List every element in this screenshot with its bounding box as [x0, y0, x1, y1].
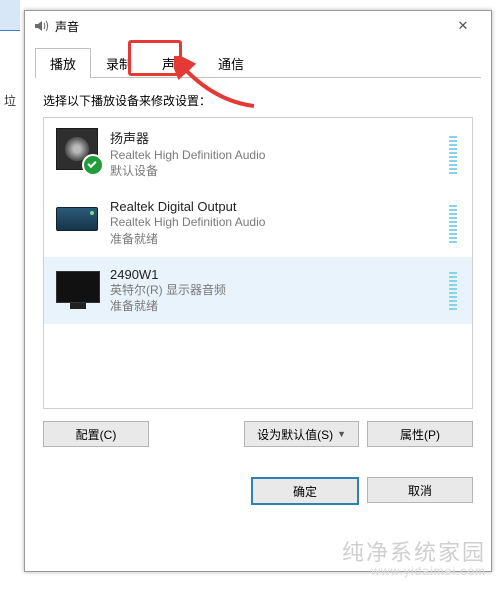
tab-recording[interactable]: 录制 [91, 48, 147, 78]
speaker-icon [33, 18, 49, 34]
tab-playback[interactable]: 播放 [35, 48, 91, 78]
device-row[interactable]: 2490W1 英特尔(R) 显示器音频 准备就绪 [44, 257, 472, 324]
background-window-strip: 垃 [0, 0, 20, 588]
window-title: 声音 [55, 18, 79, 35]
monitor-device-icon [56, 267, 100, 311]
tab-strip: 播放 录制 声音 通信 [35, 47, 481, 78]
level-meter-icon [449, 203, 457, 243]
device-desc: Realtek High Definition Audio [110, 147, 446, 163]
device-name: Realtek Digital Output [110, 199, 446, 214]
set-default-button[interactable]: 设为默认值(S) ▼ [244, 421, 359, 447]
cancel-button[interactable]: 取消 [367, 477, 473, 503]
level-meter-icon [449, 134, 457, 174]
device-row[interactable]: 扬声器 Realtek High Definition Audio 默认设备 [44, 118, 472, 189]
background-label: 垃 [4, 92, 16, 109]
device-name: 扬声器 [110, 128, 446, 147]
set-default-label: 设为默认值(S) [257, 426, 333, 443]
configure-button[interactable]: 配置(C) [43, 421, 149, 447]
instruction-text: 选择以下播放设备来修改设置： [25, 78, 491, 117]
device-status: 准备就绪 [110, 298, 446, 314]
speaker-device-icon [56, 128, 100, 172]
device-desc: Realtek High Definition Audio [110, 214, 446, 230]
chevron-down-icon: ▼ [337, 429, 346, 439]
device-list[interactable]: 扬声器 Realtek High Definition Audio 默认设备 R… [43, 117, 473, 409]
level-meter-icon [449, 270, 457, 310]
properties-button[interactable]: 属性(P) [367, 421, 473, 447]
default-check-icon [82, 154, 104, 176]
device-desc: 英特尔(R) 显示器音频 [110, 282, 446, 298]
device-row[interactable]: Realtek Digital Output Realtek High Defi… [44, 189, 472, 256]
close-button[interactable]: ✕ [443, 11, 483, 41]
tab-sounds[interactable]: 声音 [147, 48, 203, 78]
titlebar: 声音 ✕ [25, 11, 491, 41]
sound-dialog: 声音 ✕ 播放 录制 声音 通信 选择以下播放设备来修改设置： 扬声器 Real… [24, 10, 492, 572]
device-name: 2490W1 [110, 267, 446, 282]
device-status: 准备就绪 [110, 231, 446, 247]
digital-device-icon [56, 199, 100, 243]
tab-communications[interactable]: 通信 [203, 48, 259, 78]
device-status: 默认设备 [110, 163, 446, 179]
ok-button[interactable]: 确定 [251, 477, 359, 505]
